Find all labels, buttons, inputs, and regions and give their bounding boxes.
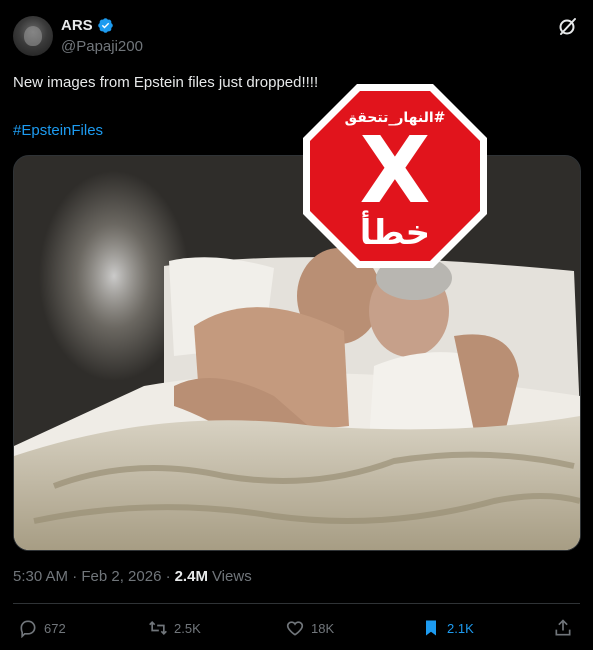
heart-icon <box>286 621 304 636</box>
fact-check-stop-badge: #النهار_تتحقق X خطأ <box>303 84 487 268</box>
like-button[interactable]: 18K <box>285 612 334 644</box>
tweet-image[interactable] <box>13 155 581 551</box>
reply-count: 672 <box>44 620 66 636</box>
verified-badge-icon <box>97 18 113 33</box>
author-handle[interactable]: @Papaji200 <box>61 38 143 55</box>
repost-icon <box>149 620 167 636</box>
fact-check-verdict: خطأ <box>360 210 430 253</box>
reply-button[interactable]: 672 <box>18 612 66 644</box>
divider <box>13 603 580 604</box>
hashtag-link[interactable]: #EpsteinFiles <box>13 122 103 139</box>
reply-icon <box>20 620 36 638</box>
bookmark-icon <box>426 620 436 636</box>
views-label: Views <box>211 568 252 585</box>
author-name[interactable]: ARS <box>61 17 93 34</box>
author-name-row: ARS <box>61 17 114 34</box>
timestamp[interactable]: 5:30 AM · Feb 2, 2026 · <box>13 568 171 585</box>
photo-illustration <box>14 156 580 550</box>
share-button[interactable] <box>553 612 573 644</box>
action-bar: 672 2.5K 18K 2.1K <box>13 612 580 644</box>
views-count: 2.4M <box>174 568 208 585</box>
repost-button[interactable]: 2.5K <box>148 612 201 644</box>
avatar[interactable] <box>13 16 53 56</box>
tweet-text: New images from Epstein files just dropp… <box>13 74 319 91</box>
bookmark-button[interactable]: 2.1K <box>421 612 474 644</box>
false-mark-icon: X <box>360 117 431 224</box>
tweet-header: ARS @Papaji200 <box>13 14 580 58</box>
share-icon <box>555 619 571 636</box>
tweet-meta: 5:30 AM · Feb 2, 2026 · 2.4M Views <box>13 568 252 585</box>
repost-count: 2.5K <box>174 620 201 636</box>
grok-icon[interactable] <box>556 14 580 38</box>
bookmark-count: 2.1K <box>447 620 474 636</box>
like-count: 18K <box>311 620 335 636</box>
